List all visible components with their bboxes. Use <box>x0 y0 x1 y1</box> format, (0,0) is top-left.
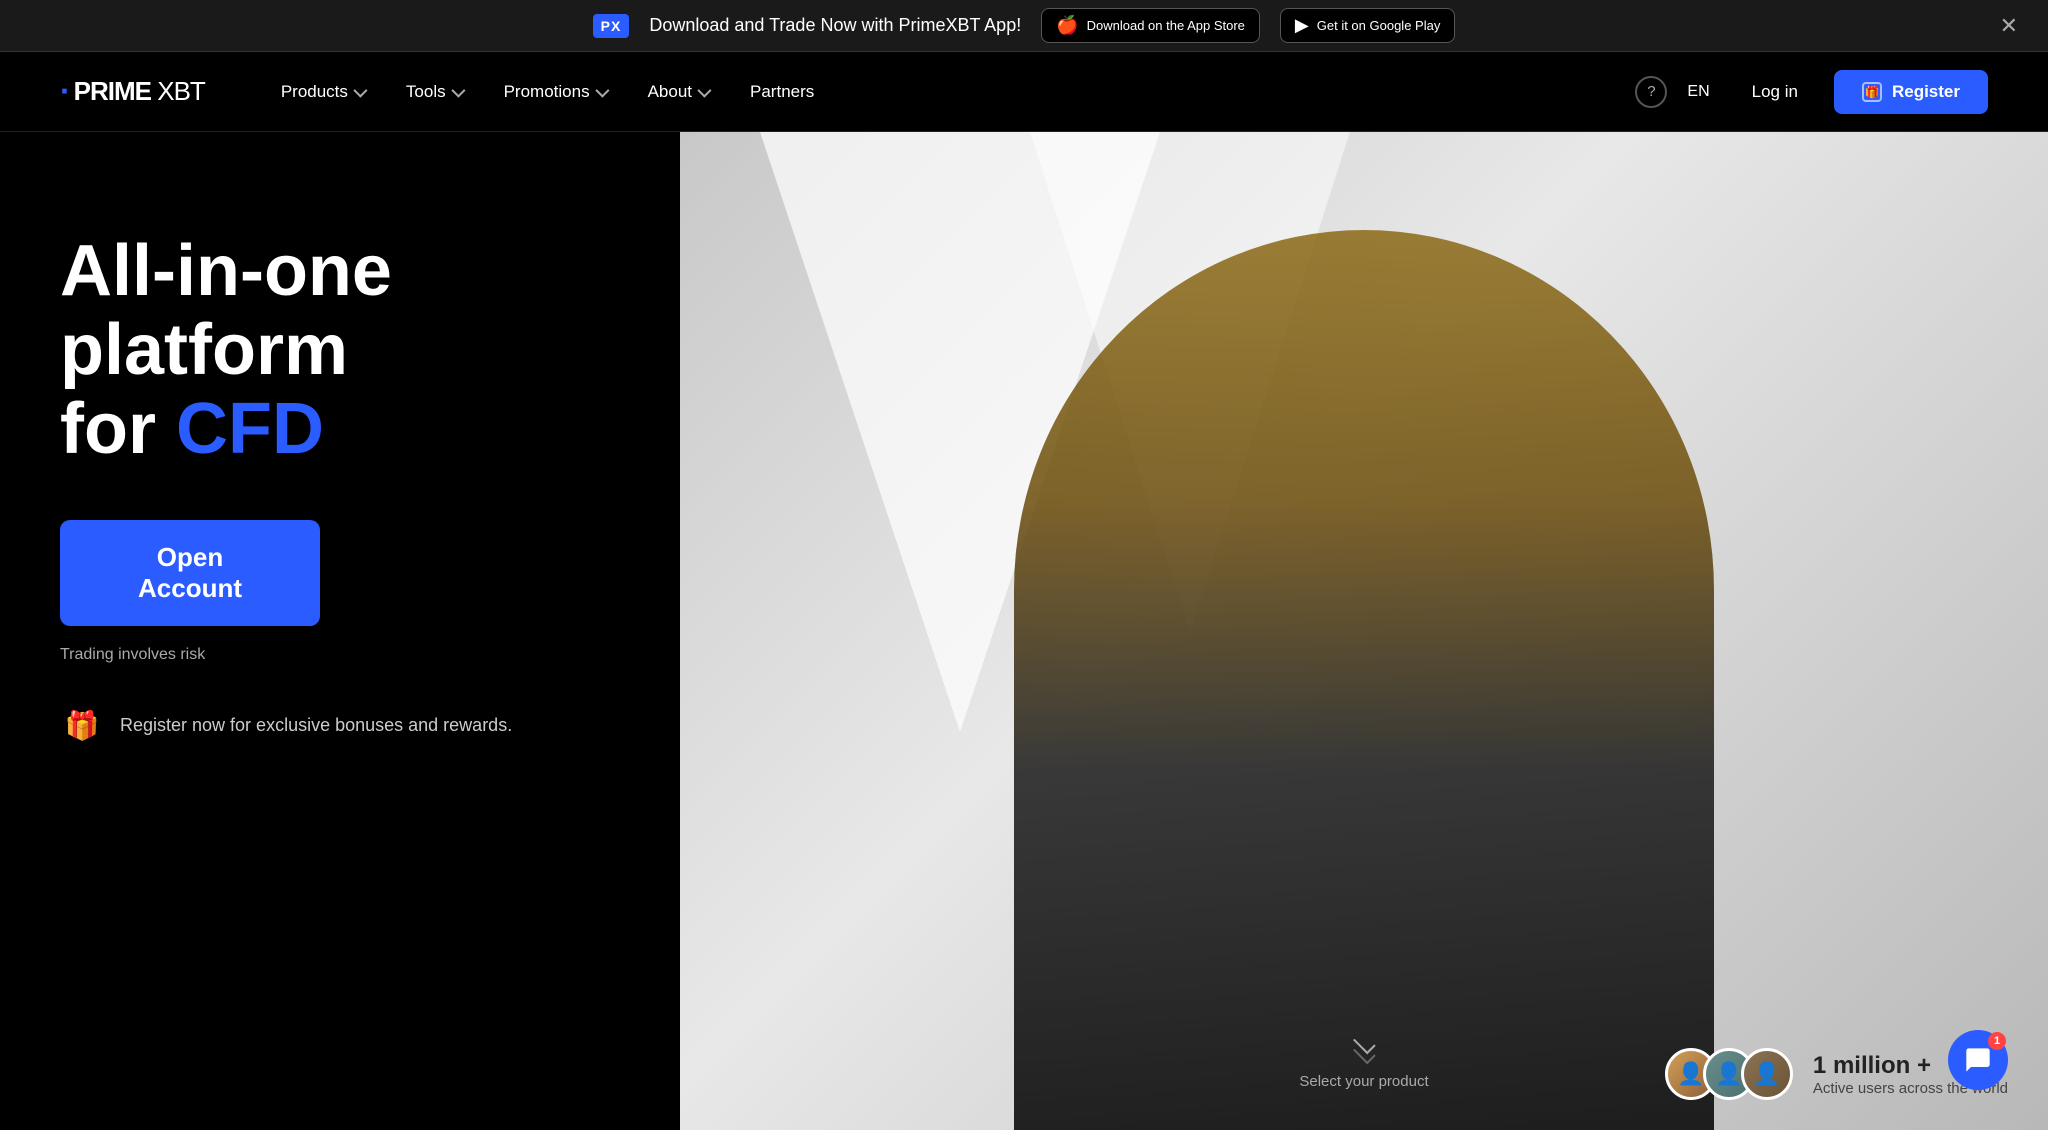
open-account-button[interactable]: Open Account <box>60 520 320 626</box>
main-content: All-in-one platform for CFD Open Account… <box>0 132 2048 1130</box>
bonus-text: Register now for exclusive bonuses and r… <box>120 715 512 736</box>
app-store-label: Download on the App Store <box>1087 18 1245 33</box>
google-play-label: Get it on Google Play <box>1317 18 1441 33</box>
hero-left: All-in-one platform for CFD Open Account… <box>0 132 680 1130</box>
risk-disclaimer: Trading involves risk <box>60 646 620 664</box>
about-chevron-icon <box>697 83 711 97</box>
google-play-button[interactable]: ▶ Get it on Google Play <box>1280 8 1455 43</box>
nav-item-products[interactable]: Products <box>265 74 380 110</box>
products-label: Products <box>281 82 348 102</box>
site-logo[interactable]: · PRIME XBT <box>60 73 205 110</box>
tools-chevron-icon <box>451 83 465 97</box>
chat-icon <box>1964 1046 1992 1074</box>
tools-label: Tools <box>406 82 446 102</box>
gift-icon: 🎁 <box>60 704 104 748</box>
promotions-label: Promotions <box>504 82 590 102</box>
logo-dot: · <box>60 73 70 110</box>
nav-item-tools[interactable]: Tools <box>390 74 478 110</box>
scroll-indicator[interactable]: Select your product <box>1299 1037 1428 1090</box>
navbar: · PRIME XBT Products Tools Promotions Ab… <box>0 52 2048 132</box>
help-button[interactable]: ? <box>1635 76 1667 108</box>
nav-item-about[interactable]: About <box>632 74 724 110</box>
login-button[interactable]: Log in <box>1736 74 1814 110</box>
register-icon: 🎁 <box>1862 82 1882 102</box>
register-label: Register <box>1892 82 1960 102</box>
products-chevron-icon <box>353 83 367 97</box>
hero-title-line1: All-in-one platform <box>60 231 392 390</box>
language-selector[interactable]: EN <box>1687 83 1715 101</box>
announcement-text: Download and Trade Now with PrimeXBT App… <box>649 15 1021 36</box>
avatar-group: 👤 👤 👤 <box>1665 1048 1793 1100</box>
google-play-icon: ▶ <box>1295 15 1309 36</box>
px-logo: PX <box>593 14 630 38</box>
lang-label: EN <box>1687 83 1709 101</box>
hero-person-image <box>1014 230 1714 1130</box>
hero-cfd: CFD <box>176 389 324 469</box>
hero-right: 👤 👤 👤 1 million + Active users across th… <box>680 132 2048 1130</box>
nav-item-partners[interactable]: Partners <box>734 74 830 110</box>
hero-title-line2: for <box>60 389 176 469</box>
nav-right: ? EN Log in 🎁 Register <box>1635 70 1988 114</box>
hero-title: All-in-one platform for CFD <box>60 232 620 470</box>
register-button[interactable]: 🎁 Register <box>1834 70 1988 114</box>
nav-links: Products Tools Promotions About Partners <box>265 74 1636 110</box>
logo-text: PRIME XBT <box>74 76 205 107</box>
apple-icon: 🍎 <box>1056 15 1078 36</box>
nav-item-promotions[interactable]: Promotions <box>488 74 622 110</box>
about-label: About <box>648 82 692 102</box>
avatar-3: 👤 <box>1741 1048 1793 1100</box>
announcement-close-button[interactable]: ✕ <box>2000 13 2018 39</box>
partners-label: Partners <box>750 82 814 102</box>
chat-badge: 1 <box>1988 1032 2006 1050</box>
app-store-button[interactable]: 🍎 Download on the App Store <box>1041 8 1260 43</box>
promotions-chevron-icon <box>595 83 609 97</box>
scroll-label: Select your product <box>1299 1073 1428 1090</box>
chat-button[interactable]: 1 <box>1948 1030 2008 1090</box>
bonus-row: 🎁 Register now for exclusive bonuses and… <box>60 704 620 748</box>
announcement-bar: PX Download and Trade Now with PrimeXBT … <box>0 0 2048 52</box>
